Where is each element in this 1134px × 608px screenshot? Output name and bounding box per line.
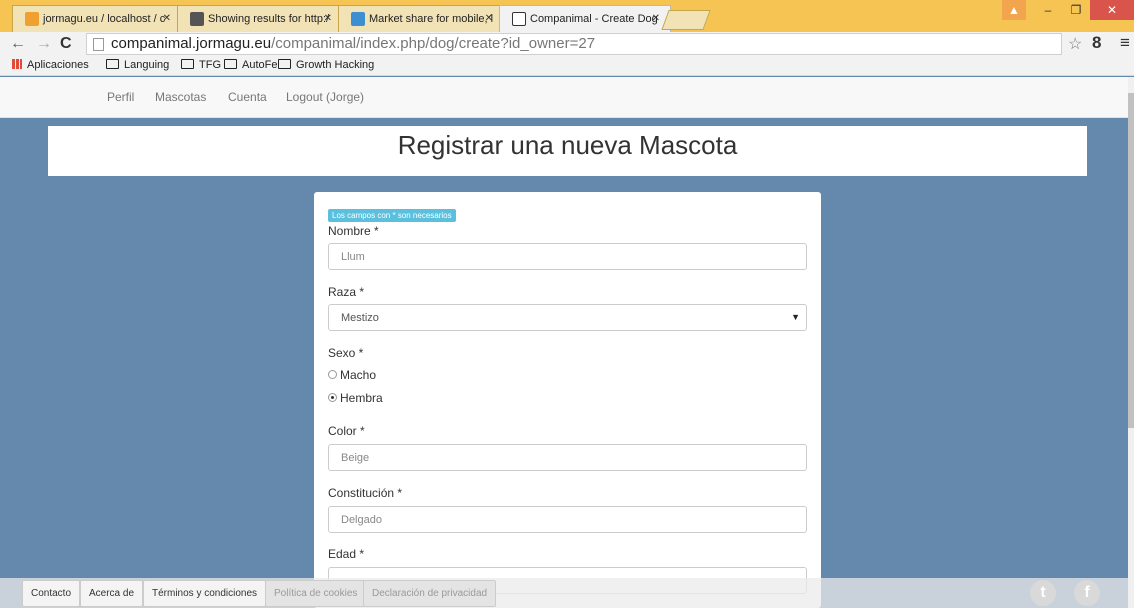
nav-mascotas[interactable]: Mascotas (155, 90, 206, 104)
window-controls: ▲ – ❐ ✕ (1002, 0, 1134, 20)
browser-tab[interactable]: jormagu.eu / localhost / c ✕ (12, 5, 182, 32)
page-scrollbar[interactable] (1128, 77, 1134, 608)
facebook-icon[interactable]: f (1074, 580, 1100, 606)
tab-title: Showing results for http:/ (208, 13, 330, 25)
name-input[interactable]: Llum (328, 243, 807, 270)
breed-value: Mestizo (341, 312, 379, 324)
bookmark-folder[interactable]: Languing (106, 59, 169, 71)
name-value: Llum (341, 251, 365, 263)
folder-icon (181, 59, 194, 69)
nav-perfil[interactable]: Perfil (107, 90, 134, 104)
bookmark-apps[interactable]: Aplicaciones (12, 59, 89, 71)
footer-contacto-button[interactable]: Contacto (22, 580, 81, 607)
new-tab-button[interactable] (661, 10, 711, 30)
bookmark-label: AutoFe (242, 59, 278, 71)
phpmyadmin-icon (25, 12, 39, 26)
chart-icon (351, 12, 365, 26)
bookmark-folder[interactable]: AutoFe (224, 59, 277, 71)
footer-privacidad-button[interactable]: Declaración de privacidad (363, 580, 497, 607)
footer-terminos-button[interactable]: Términos y condiciones (143, 580, 267, 607)
paw-icon (512, 12, 526, 26)
back-icon[interactable]: ← (10, 35, 26, 53)
radio-label: Macho (340, 368, 377, 382)
close-tab-icon[interactable]: ✕ (163, 13, 171, 24)
browser-tab-bar: jormagu.eu / localhost / c ✕ Showing res… (0, 0, 1134, 32)
close-tab-icon[interactable]: ✕ (485, 13, 493, 24)
site-navbar: Perfil Mascotas Cuenta Logout (Jorge) (0, 77, 1128, 118)
search-results-icon (190, 12, 204, 26)
folder-icon (224, 59, 237, 69)
name-label: Nombre * (328, 224, 379, 238)
color-input[interactable]: Beige (328, 444, 807, 471)
page-icon (93, 38, 104, 51)
build-input[interactable]: Delgado (328, 506, 807, 533)
required-fields-note: Los campos con * son necesarios (328, 209, 456, 222)
forward-icon[interactable]: → (36, 35, 52, 53)
color-value: Beige (341, 452, 370, 464)
bookmark-label: Growth Hacking (296, 59, 375, 71)
twitter-icon[interactable]: t (1030, 580, 1056, 606)
build-label: Constitución * (328, 486, 403, 500)
sex-radio-hembra[interactable]: Hembra (328, 391, 383, 405)
bookmark-star-icon[interactable]: ☆ (1068, 34, 1082, 54)
tab-title: Companimal - Create Dog (530, 13, 658, 25)
bookmark-label: Languing (124, 59, 170, 71)
url-host: companimal.jormagu.eu (111, 35, 272, 52)
close-tab-icon[interactable]: ✕ (652, 13, 660, 24)
minimize-icon[interactable]: – (1034, 0, 1062, 20)
breed-label: Raza * (328, 285, 365, 299)
tab-title: jormagu.eu / localhost / c (43, 13, 166, 25)
bookmark-folder[interactable]: TFG (181, 59, 221, 71)
page-title: Registrar una nueva Mascota (48, 126, 1087, 176)
chevron-down-icon: ▼ (791, 312, 800, 322)
scrollbar-thumb[interactable] (1128, 93, 1134, 428)
footer-cookies-button[interactable]: Política de cookies (265, 580, 367, 607)
browser-tab-active[interactable]: Companimal - Create Dog ✕ (499, 5, 671, 32)
radio-icon (328, 370, 337, 379)
breed-select[interactable]: Mestizo ▼ (328, 304, 807, 331)
maximize-icon[interactable]: ❐ (1062, 0, 1090, 20)
bookmark-label: Aplicaciones (27, 59, 89, 71)
nav-cuenta[interactable]: Cuenta (228, 90, 267, 104)
close-window-icon[interactable]: ✕ (1090, 0, 1134, 20)
browser-tab[interactable]: Market share for mobile, l ✕ (338, 5, 504, 32)
extension-icon[interactable]: 8 (1092, 33, 1101, 53)
color-label: Color * (328, 424, 365, 438)
footer-bar: Contacto Acerca de Términos y condicione… (0, 578, 1128, 608)
folder-icon (106, 59, 119, 69)
bookmarks-bar: Aplicaciones Languing TFG AutoFe Growth … (0, 56, 1134, 76)
nav-logout[interactable]: Logout (Jorge) (286, 90, 364, 104)
apps-icon (12, 59, 22, 69)
browser-toolbar: ← → C companimal.jormagu.eu/companimal/i… (0, 32, 1134, 56)
register-pet-form: Los campos con * son necesarios Nombre *… (314, 192, 821, 608)
sex-label: Sexo * (328, 346, 364, 360)
radio-label: Hembra (340, 391, 383, 405)
age-label: Edad * (328, 547, 365, 561)
url-path: /companimal/index.php/dog/create?id_owne… (271, 35, 596, 52)
browser-tab[interactable]: Showing results for http:/ ✕ (177, 5, 343, 32)
address-bar[interactable]: companimal.jormagu.eu/companimal/index.p… (86, 33, 1062, 55)
bookmark-label: TFG (199, 59, 221, 71)
sex-radio-macho[interactable]: Macho (328, 368, 376, 382)
close-tab-icon[interactable]: ✕ (324, 13, 332, 24)
user-profile-icon[interactable]: ▲ (1002, 0, 1026, 20)
tab-title: Market share for mobile, l (369, 13, 494, 25)
reload-icon[interactable]: C (60, 35, 72, 53)
folder-icon (278, 59, 291, 69)
bookmark-folder[interactable]: Growth Hacking (278, 59, 374, 71)
radio-selected-icon (328, 393, 337, 402)
build-value: Delgado (341, 514, 382, 526)
footer-acerca-button[interactable]: Acerca de (80, 580, 144, 607)
menu-icon[interactable]: ≡ (1120, 33, 1130, 53)
